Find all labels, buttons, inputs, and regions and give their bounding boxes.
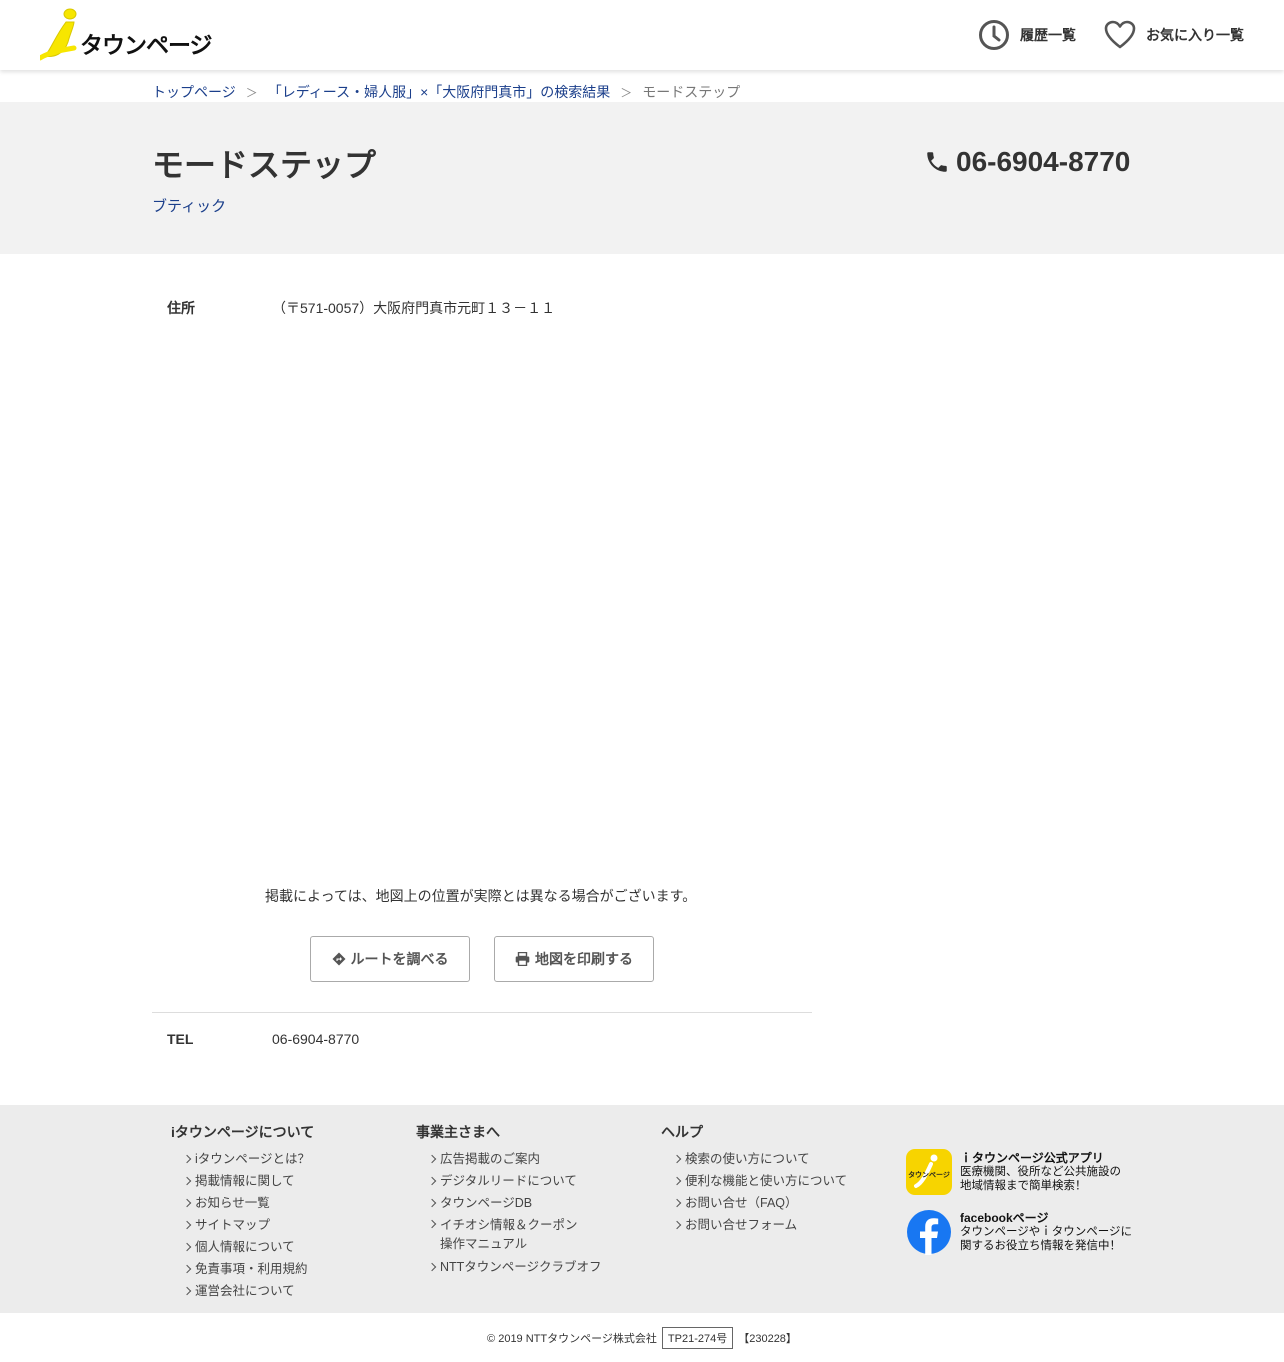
site-header: タウンページ 履歴一覧 お気に入り一覧 (0, 0, 1284, 70)
breadcrumb-separator: ＞ (620, 85, 633, 100)
route-button[interactable]: ルートを調べる (310, 936, 470, 982)
site-footer: iタウンページについて iタウンページとは？ 掲載情報に関して お知らせ一覧 サ… (0, 1105, 1284, 1313)
footer-link[interactable]: 便利な機能と使い方について (674, 1170, 847, 1192)
footer-business-column: 事業主さまへ 広告掲載のご案内 デジタルリードについて タウンページDB イチオ… (416, 1122, 602, 1278)
shop-title-band: モードステップ ブティック 06-6904-8770 (0, 102, 1284, 254)
printer-icon (515, 952, 530, 966)
favorites-link[interactable]: お気に入り一覧 (1104, 18, 1244, 52)
copyright-bar: © 2019 NTTタウンページ株式会社 TP21-274号 【230228】 (0, 1327, 1284, 1349)
facebook-promo-banner[interactable]: facebookページ タウンページやｉタウンページに 関するお役立ち情報を発信… (906, 1209, 1132, 1255)
version-code: 【230228】 (738, 1333, 797, 1345)
print-map-button[interactable]: 地図を印刷する (494, 936, 654, 982)
app-promo-title: ｉタウンページ公式アプリ (960, 1151, 1104, 1165)
shop-name: モードステップ (152, 147, 377, 183)
shop-phone-number: 06-6904-8770 (956, 146, 1131, 177)
footer-help-title: ヘルプ (661, 1124, 703, 1140)
directions-icon (332, 952, 345, 966)
breadcrumb: トップページ ＞ 「レディース・婦人服」×「大阪府門真市」の検索結果 ＞ モード… (152, 82, 740, 102)
history-label: 履歴一覧 (1020, 27, 1076, 43)
app-promo-line: 地域情報まで簡単検索！ (960, 1180, 1087, 1192)
footer-link[interactable]: お問い合せ（FAQ） (674, 1192, 847, 1214)
map-area[interactable] (265, 330, 812, 860)
print-map-button-label: 地図を印刷する (535, 951, 633, 967)
app-promo-text: ｉタウンページ公式アプリ 医療機関、役所など公共施設の 地域情報まで簡単検索！ (960, 1151, 1121, 1193)
footer-business-title: 事業主さまへ (416, 1124, 500, 1140)
facebook-promo-line: 関するお役立ち情報を発信中！ (960, 1240, 1121, 1252)
breadcrumb-separator: ＞ (245, 85, 258, 100)
app-promo-banner[interactable]: タウンページ ｉタウンページ公式アプリ 医療機関、役所など公共施設の 地域情報ま… (906, 1149, 1121, 1195)
footer-link[interactable]: 個人情報について (184, 1236, 314, 1258)
footer-link[interactable]: 免責事項・利用規約 (184, 1258, 314, 1280)
footer-link[interactable]: デジタルリードについて (429, 1170, 602, 1192)
logo-text: タウンページ (80, 33, 213, 59)
app-icon: タウンページ (906, 1149, 952, 1195)
favorites-label: お気に入り一覧 (1146, 27, 1244, 43)
footer-link-line: イチオシ情報＆クーポン (440, 1218, 578, 1232)
address-label: 住所 (167, 300, 195, 316)
clock-icon (979, 20, 1009, 50)
tel-value: 06-6904-8770 (272, 1031, 360, 1047)
registration-number: TP21-274号 (661, 1327, 734, 1349)
footer-link[interactable]: イチオシ情報＆クーポン 操作マニュアル (429, 1214, 602, 1256)
app-promo-line: 医療機関、役所など公共施設の (960, 1166, 1121, 1178)
copyright-text: © 2019 NTTタウンページ株式会社 (487, 1333, 657, 1345)
breadcrumb-current: モードステップ (642, 84, 741, 100)
footer-link[interactable]: iタウンページとは？ (184, 1148, 314, 1170)
footer-link[interactable]: タウンページDB (429, 1192, 602, 1214)
history-link[interactable]: 履歴一覧 (978, 18, 1076, 52)
shop-phone[interactable]: 06-6904-8770 (924, 146, 1130, 178)
footer-help-column: ヘルプ 検索の使い方について 便利な機能と使い方について お問い合せ（FAQ） … (661, 1122, 847, 1236)
section-divider (152, 1012, 812, 1013)
heart-icon (1104, 20, 1136, 49)
facebook-promo-text: facebookページ タウンページやｉタウンページに 関するお役立ち情報を発信… (960, 1211, 1132, 1253)
footer-link[interactable]: 検索の使い方について (674, 1148, 847, 1170)
footer-about-title: iタウンページについて (171, 1124, 315, 1140)
footer-about-column: iタウンページについて iタウンページとは？ 掲載情報に関して お知らせ一覧 サ… (171, 1122, 314, 1302)
footer-link-line: 操作マニュアル (440, 1237, 528, 1251)
tel-label: TEL (167, 1031, 194, 1047)
footer-link[interactable]: お問い合せフォーム (674, 1214, 847, 1236)
shop-category-link[interactable]: ブティック (152, 195, 226, 216)
phone-icon (927, 152, 947, 172)
footer-link[interactable]: 運営会社について (184, 1280, 314, 1302)
facebook-icon (907, 1210, 951, 1255)
footer-link[interactable]: サイトマップ (184, 1214, 314, 1236)
breadcrumb-home[interactable]: トップページ (152, 82, 236, 102)
footer-link[interactable]: 広告掲載のご案内 (429, 1148, 602, 1170)
route-button-label: ルートを調べる (350, 951, 449, 967)
footer-link[interactable]: お知らせ一覧 (184, 1192, 314, 1214)
address-value: （〒571-0057）大阪府門真市元町１３－１１ (272, 300, 556, 316)
facebook-promo-title: facebookページ (960, 1211, 1049, 1225)
footer-link[interactable]: NTTタウンページクラブオフ (429, 1256, 602, 1278)
footer-link[interactable]: 掲載情報に関して (184, 1170, 314, 1192)
facebook-promo-line: タウンページやｉタウンページに (960, 1226, 1133, 1238)
map-note: 掲載によっては、地図上の位置が実際とは異なる場合がございます。 (265, 888, 697, 904)
app-icon-text: タウンページ (908, 1170, 950, 1179)
breadcrumb-search-result[interactable]: 「レディース・婦人服」×「大阪府門真市」の検索結果 (268, 82, 611, 102)
